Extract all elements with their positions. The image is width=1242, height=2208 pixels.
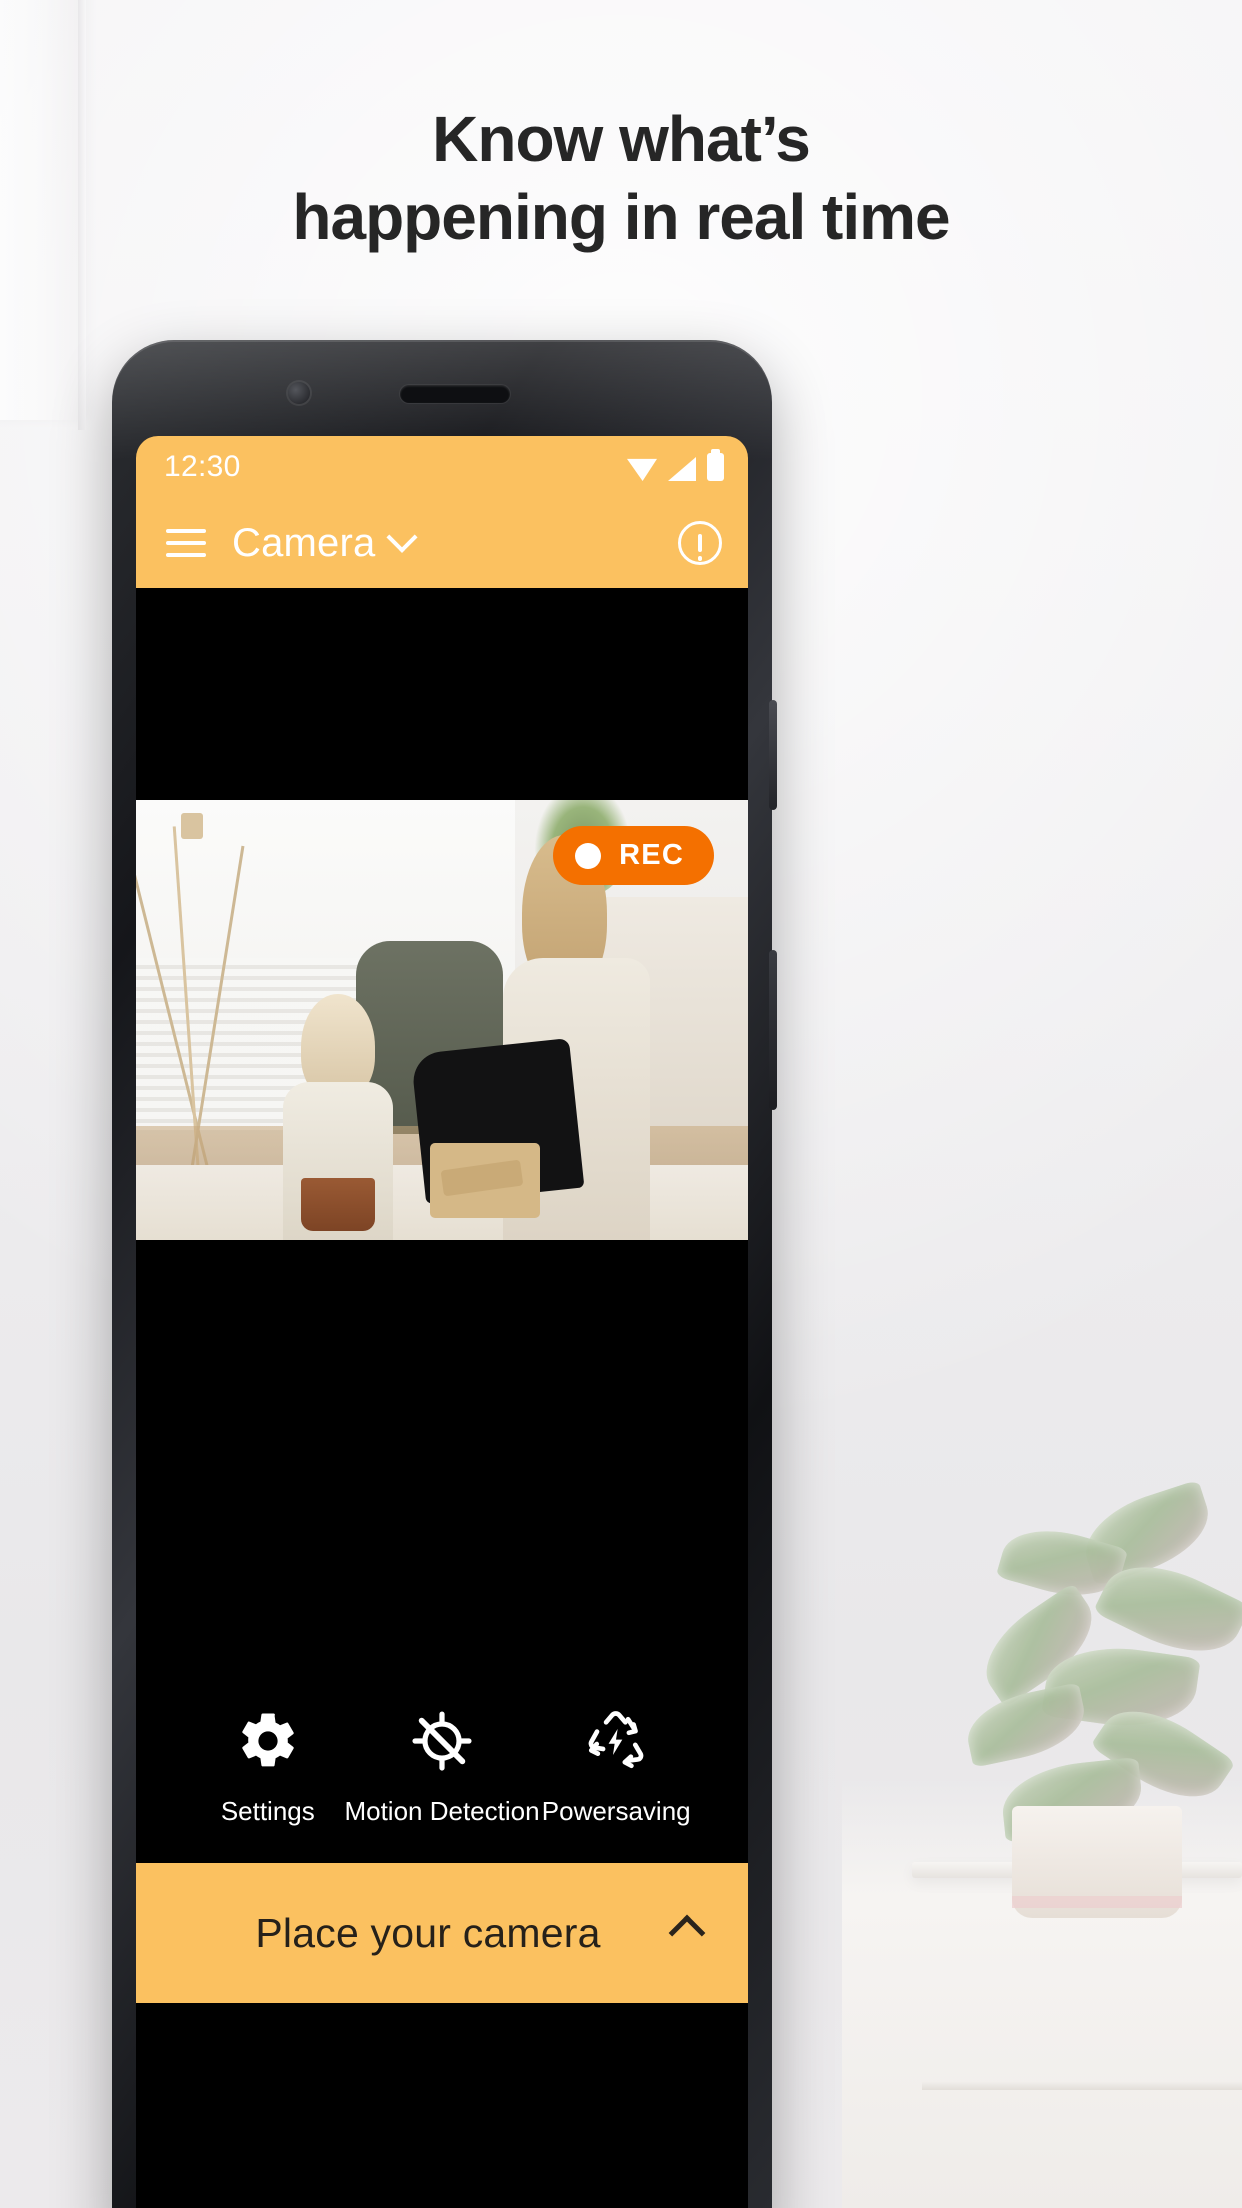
tool-label-settings: Settings bbox=[220, 1796, 315, 1826]
tool-label-powersaving: Powersaving bbox=[541, 1796, 691, 1826]
tool-label-motion-detection: Motion Detection bbox=[344, 1796, 540, 1826]
bottom-sheet-place-your-camera[interactable]: Place your camera bbox=[136, 1863, 748, 2003]
camera-tools-bar: Settings Motion Detection Powersaving bbox=[136, 1678, 748, 1863]
record-dot-icon bbox=[575, 842, 602, 869]
status-badge[interactable]: REC bbox=[553, 826, 714, 885]
headline-line-2: happening in real time bbox=[292, 181, 950, 254]
front-camera-icon bbox=[288, 382, 310, 404]
feed-basket bbox=[301, 1178, 375, 1232]
gear-icon bbox=[242, 1713, 294, 1767]
headline-line-1: Know what’s bbox=[432, 103, 811, 175]
camera-selector[interactable]: Camera bbox=[232, 520, 419, 566]
cellular-signal-icon bbox=[668, 457, 696, 481]
feed-tripod-head bbox=[181, 813, 204, 840]
status-bar-clock: 12:30 bbox=[164, 450, 241, 483]
app-bar: Camera bbox=[136, 498, 748, 588]
motion-detection-off-icon bbox=[412, 1711, 472, 1771]
phone-mockup: 12:30 Camera REC Settings Motion Detecti… bbox=[112, 340, 777, 2208]
tool-settings[interactable]: Settings bbox=[182, 1708, 354, 1827]
app-bar-title: Camera bbox=[232, 520, 376, 565]
rec-label: REC bbox=[619, 839, 684, 871]
volume-button[interactable] bbox=[769, 700, 777, 810]
chevron-up-icon[interactable] bbox=[668, 1914, 706, 1952]
tool-powersaving[interactable]: Powersaving bbox=[530, 1708, 702, 1827]
status-bar-icons bbox=[627, 449, 724, 481]
bottom-sheet-title: Place your camera bbox=[255, 1909, 601, 1956]
power-button[interactable] bbox=[769, 950, 777, 1110]
page-title: Know what’s happening in real time bbox=[0, 100, 1242, 256]
hamburger-menu-icon[interactable] bbox=[166, 529, 206, 557]
battery-icon bbox=[707, 449, 724, 481]
video-letterbox-top bbox=[136, 588, 748, 800]
earpiece-speaker bbox=[400, 385, 510, 403]
status-bar: 12:30 bbox=[136, 436, 748, 498]
wifi-icon bbox=[627, 458, 657, 481]
chevron-down-icon bbox=[386, 521, 419, 553]
powersaving-recycle-icon bbox=[588, 1711, 644, 1769]
phone-screen: 12:30 Camera REC Settings Motion Detecti… bbox=[136, 436, 748, 2208]
video-letterbox-bottom bbox=[136, 1240, 748, 1678]
tool-motion-detection[interactable]: Motion Detection bbox=[344, 1708, 540, 1827]
camera-feed-container: REC bbox=[136, 588, 748, 1678]
alert-circle-icon[interactable] bbox=[678, 521, 722, 565]
camera-live-feed[interactable]: REC bbox=[136, 800, 748, 1240]
